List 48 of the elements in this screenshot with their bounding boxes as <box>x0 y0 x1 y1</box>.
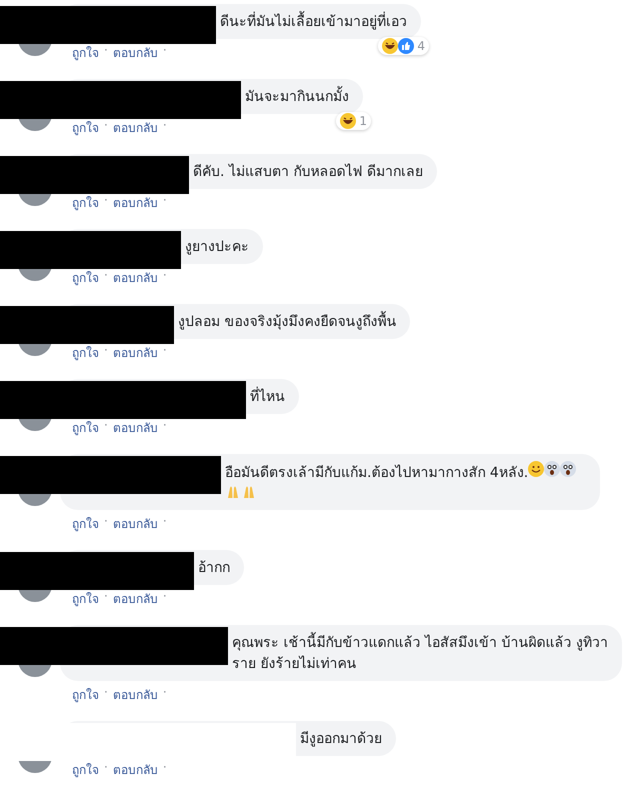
comment-text: อ้ากก <box>198 560 230 576</box>
reply-link[interactable]: ตอบกลับ <box>112 685 158 704</box>
reply-link[interactable]: ตอบกลับ <box>112 343 158 362</box>
separator: · <box>162 193 167 209</box>
comment-text: ดีคับ. ไม่แสบตา กับหลอดไฟ ดีมากเลย <box>193 164 423 180</box>
reply-link[interactable]: ตอบกลับ <box>112 268 158 287</box>
comment-text: งูยางปะคะ <box>185 239 249 255</box>
reply-link[interactable]: ตอบกลับ <box>112 418 158 437</box>
separator: · <box>104 760 108 776</box>
separator: · <box>104 418 108 434</box>
separator: · <box>104 343 108 359</box>
separator: · <box>104 514 108 530</box>
reply-link[interactable]: ตอบกลับ <box>112 43 158 62</box>
separator: · <box>162 118 167 134</box>
like-link[interactable]: ถูกใจ <box>72 418 99 437</box>
like-link[interactable]: ถูกใจ <box>72 118 99 137</box>
reply-link[interactable]: ตอบกลับ <box>112 760 158 779</box>
like-link[interactable]: ถูกใจ <box>72 343 99 362</box>
separator: · <box>104 43 108 59</box>
separator: · <box>104 118 108 134</box>
separator: · <box>162 268 167 284</box>
reaction-count: 4 <box>417 39 425 53</box>
separator: · <box>162 685 167 701</box>
like-link[interactable]: ถูกใจ <box>72 760 99 779</box>
comment-text: ที่ไหน <box>250 389 285 405</box>
separator: · <box>104 268 108 284</box>
like-link[interactable]: ถูกใจ <box>72 589 99 608</box>
separator: · <box>162 343 167 359</box>
separator: · <box>104 193 108 209</box>
reaction-count: 1 <box>359 114 367 128</box>
reply-link[interactable]: ตอบกลับ <box>112 118 158 137</box>
like-link[interactable]: ถูกใจ <box>72 43 99 62</box>
reply-link[interactable]: ตอบกลับ <box>112 193 158 212</box>
comment-text: มีงูออกมาด้วย <box>300 731 382 747</box>
separator: · <box>104 589 108 605</box>
separator: · <box>162 514 167 530</box>
separator: · <box>162 760 167 776</box>
like-link[interactable]: ถูกใจ <box>72 514 99 533</box>
like-link[interactable]: ถูกใจ <box>72 193 99 212</box>
reply-link[interactable]: ตอบกลับ <box>112 589 158 608</box>
separator: · <box>162 418 167 434</box>
separator: · <box>162 43 167 59</box>
reply-link[interactable]: ตอบกลับ <box>112 514 158 533</box>
like-link[interactable]: ถูกใจ <box>72 685 99 704</box>
separator: · <box>104 685 108 701</box>
comment-text: อือมันดีตรงเล้ามีกับแก้ม.ต้องไปหามากางสัก 4หลัง. <box>225 465 528 481</box>
like-link[interactable]: ถูกใจ <box>72 268 99 287</box>
separator: · <box>162 589 167 605</box>
